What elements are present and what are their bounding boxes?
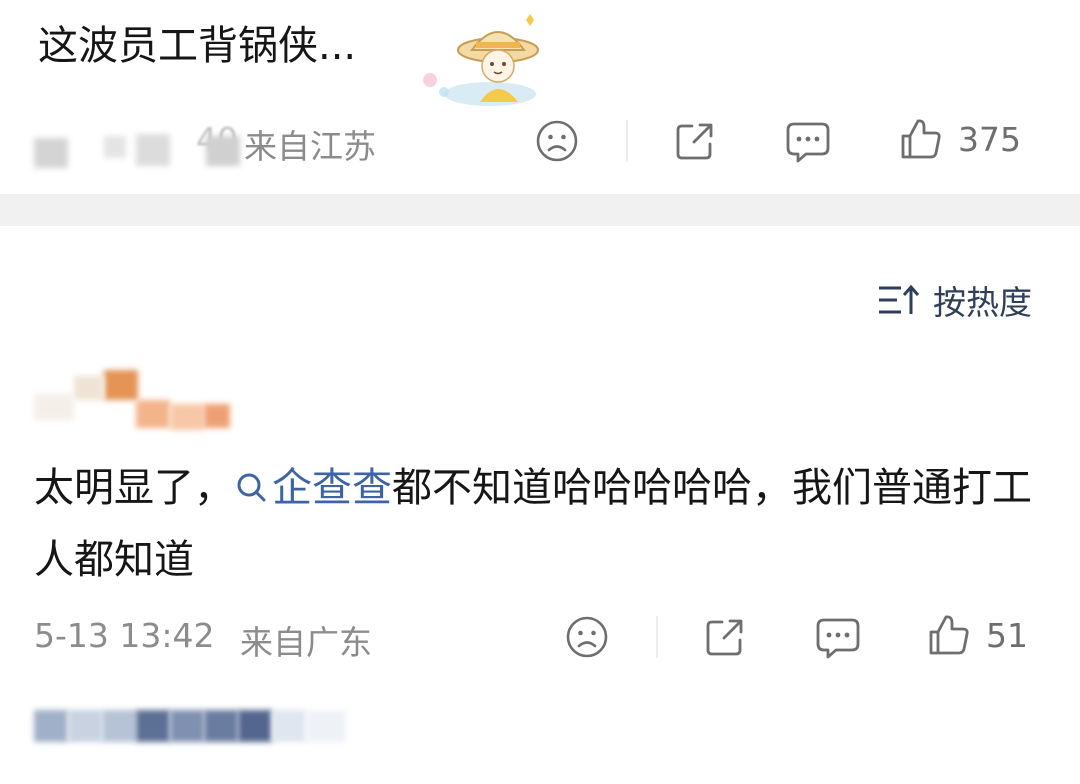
comment-reply-button[interactable]: [814, 614, 862, 660]
comment-dislike-button[interactable]: [564, 614, 610, 660]
comment-like-button[interactable]: 51: [926, 612, 1028, 658]
post-like-count: 375: [958, 119, 1021, 159]
sort-toggle[interactable]: 按热度: [877, 276, 1032, 324]
section-divider: [0, 194, 1080, 226]
search-icon: [237, 473, 266, 502]
comment-like-count: 51: [986, 615, 1028, 655]
thumbs-up-icon: [929, 615, 969, 655]
comment-icon: [816, 618, 860, 659]
comment-share-button[interactable]: [702, 614, 748, 660]
comment-text: 太明显了， 企查查都不知道哈哈哈哈哈，我们普通打工人都知道: [34, 452, 1034, 596]
comment-text-before: 太明显了，: [34, 465, 234, 511]
mention-link[interactable]: 企查查: [234, 465, 392, 511]
redacted-block: [136, 134, 170, 166]
redacted-block: [34, 138, 68, 168]
redacted-block: [104, 136, 126, 158]
post-like-button[interactable]: 375: [898, 116, 1021, 162]
redacted-block: [206, 136, 240, 166]
comment-time: 5-13 13:42: [34, 616, 215, 655]
comment-location: 来自广东: [240, 623, 372, 662]
post-share-button[interactable]: [672, 118, 718, 164]
share-icon: [676, 123, 713, 160]
comment-author-redacted[interactable]: [34, 370, 244, 432]
post-location: 来自江苏: [244, 127, 376, 166]
share-icon: [706, 619, 743, 656]
next-comment-author-redacted[interactable]: [34, 708, 414, 744]
sticker-image: [400, 6, 540, 110]
sort-label: 按热度: [933, 283, 1032, 322]
post-text: 这波员工背锅侠...: [38, 23, 357, 69]
frown-emoji-icon: [536, 120, 578, 162]
post-dislike-button[interactable]: [534, 118, 580, 164]
sort-icon: [879, 284, 919, 314]
comment-icon: [786, 122, 830, 163]
frown-emoji-icon: [566, 616, 608, 658]
thumbs-up-icon: [901, 119, 941, 159]
action-divider: [656, 616, 658, 658]
action-divider: [626, 120, 628, 162]
mention-label: 企查查: [272, 465, 392, 511]
post-comment-button[interactable]: [784, 118, 832, 164]
